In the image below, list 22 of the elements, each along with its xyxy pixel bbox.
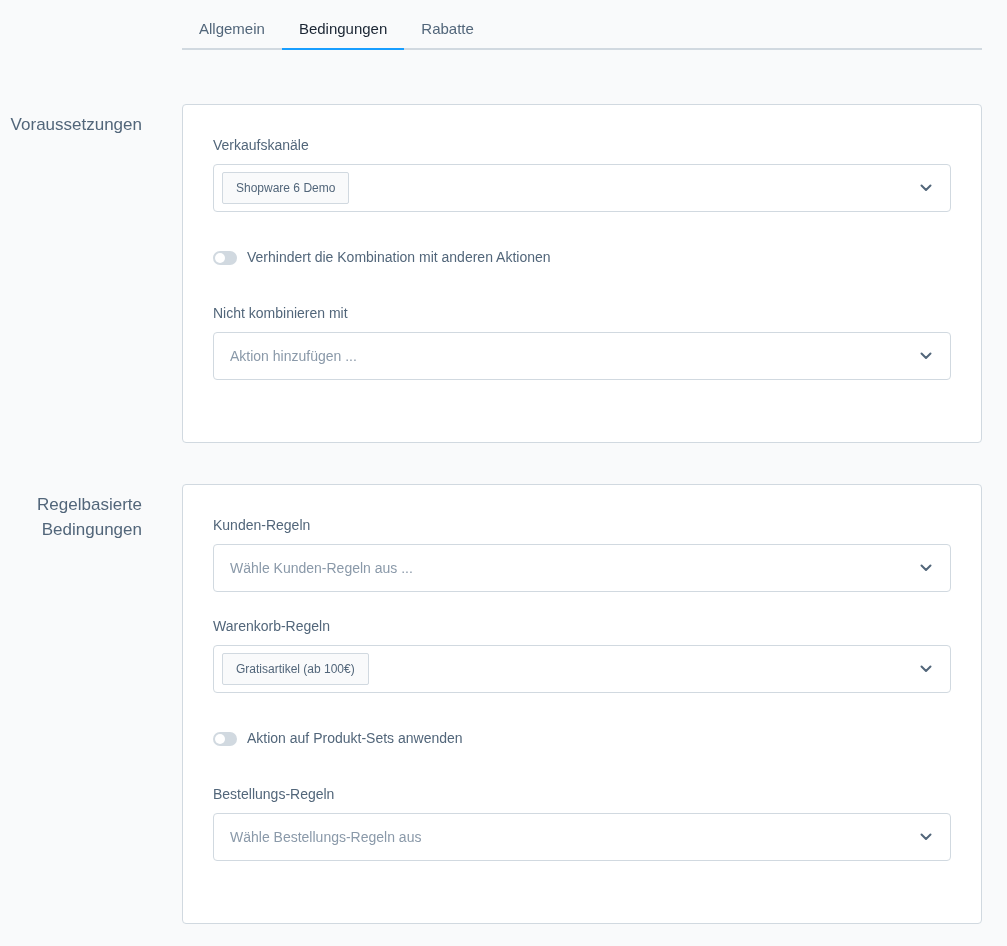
field-label: Warenkorb-Regeln (213, 617, 331, 636)
tab[interactable]: Rabatte (404, 10, 491, 50)
toggle-label: Verhindert die Kombination mit anderen Aktionen (247, 248, 551, 267)
tab[interactable]: Allgemein (182, 10, 282, 50)
select-placeholder: Aktion hinzufügen ... (229, 346, 357, 366)
field-label: Bestellungs-Regeln (213, 785, 336, 804)
select-placeholder: Wähle Kunden-Regeln aus ... (229, 558, 413, 578)
select-field[interactable]: Aktion hinzufügen ... (213, 332, 951, 380)
select-field[interactable]: Gratisartikel (ab 100€) (213, 645, 951, 693)
section-title: Voraussetzungen (10, 115, 142, 134)
section-title: Regelbasierte Bedingungen (37, 495, 142, 539)
field-label: Kunden-Regeln (213, 516, 312, 535)
selected-tag: Shopware 6 Demo (222, 172, 350, 204)
select-field[interactable]: Wähle Kunden-Regeln aus ... (213, 544, 951, 592)
select-placeholder: Wähle Bestellungs-Regeln aus (229, 827, 422, 847)
field-label: Verkaufskanäle (213, 136, 310, 155)
field-label: Nicht kombinieren mit (213, 304, 349, 323)
toggle-label: Aktion auf Produkt-Sets anwenden (247, 729, 463, 748)
tab[interactable]: Bedingungen (281, 10, 405, 50)
select-field[interactable]: Wähle Bestellungs-Regeln aus (213, 813, 951, 861)
select-field[interactable]: Shopware 6 Demo (213, 164, 951, 212)
selected-tag: Gratisartikel (ab 100€) (222, 653, 369, 685)
